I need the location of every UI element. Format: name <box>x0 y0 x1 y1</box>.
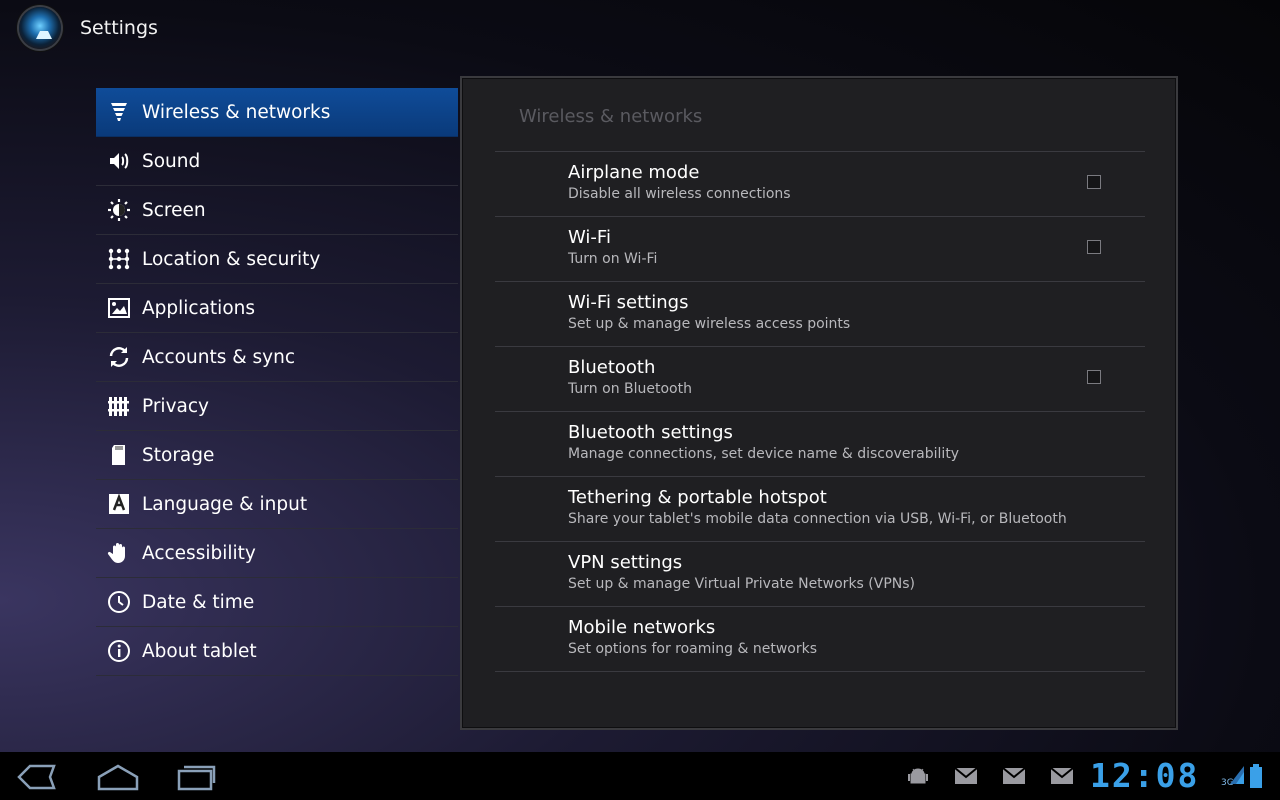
sidebar-item-applications[interactable]: Applications <box>96 284 458 333</box>
wireless-icon <box>96 88 142 136</box>
settings-app-icon[interactable] <box>19 7 61 49</box>
sidebar-item-sound[interactable]: Sound <box>96 137 458 186</box>
settings-category-list: Wireless & networks Sound Screen Locatio… <box>96 88 458 676</box>
sidebar-item-about-tablet[interactable]: About tablet <box>96 627 458 676</box>
sidebar-item-label: Screen <box>142 199 206 221</box>
clock-icon <box>96 578 142 626</box>
pref-summary: Set up & manage wireless access points <box>568 316 851 332</box>
battery-icon[interactable] <box>1250 764 1262 792</box>
pref-summary: Set options for roaming & networks <box>568 641 817 657</box>
hand-icon <box>96 529 142 577</box>
pref-title: Bluetooth settings <box>568 422 733 443</box>
home-icon[interactable] <box>96 762 140 792</box>
pref-summary: Share your tablet's mobile data connecti… <box>568 511 1067 527</box>
gmail-icon[interactable] <box>1002 766 1026 790</box>
preference-list: Airplane mode Disable all wireless conne… <box>495 151 1145 672</box>
clock[interactable]: 12:08 <box>1090 756 1199 795</box>
android-debug-icon[interactable] <box>907 766 929 792</box>
sidebar-item-label: Language & input <box>142 493 308 515</box>
title-bar: Settings <box>0 0 1280 58</box>
sidebar-item-date-time[interactable]: Date & time <box>96 578 458 627</box>
sidebar-item-label: About tablet <box>142 640 257 662</box>
pref-title: Wi-Fi settings <box>568 292 689 313</box>
pref-title: Wi-Fi <box>568 227 611 248</box>
pref-summary: Set up & manage Virtual Private Networks… <box>568 576 915 592</box>
sd-card-icon <box>96 431 142 479</box>
pref-vpn-settings[interactable]: VPN settings Set up & manage Virtual Pri… <box>495 542 1145 607</box>
sidebar-item-label: Applications <box>142 297 256 319</box>
airplane-mode-checkbox[interactable] <box>1087 175 1101 189</box>
language-icon <box>96 480 142 528</box>
pref-tethering-hotspot[interactable]: Tethering & portable hotspot Share your … <box>495 477 1145 542</box>
sidebar-item-accounts-sync[interactable]: Accounts & sync <box>96 333 458 382</box>
wifi-checkbox[interactable] <box>1087 240 1101 254</box>
fence-icon <box>96 382 142 430</box>
pref-title: Mobile networks <box>568 617 716 638</box>
sidebar-item-label: Privacy <box>142 395 209 417</box>
sidebar-item-label: Wireless & networks <box>142 101 331 123</box>
signal-icon[interactable] <box>1228 764 1246 790</box>
gmail-icon[interactable] <box>954 766 978 790</box>
lock-pattern-icon <box>96 235 142 283</box>
pref-summary: Turn on Wi-Fi <box>568 251 658 267</box>
sidebar-item-wireless-networks[interactable]: Wireless & networks <box>96 88 458 137</box>
back-icon[interactable] <box>16 762 58 792</box>
gmail-icon[interactable] <box>1050 766 1074 790</box>
sidebar-item-label: Sound <box>142 150 201 172</box>
system-bar: 12:08 3G <box>0 752 1280 800</box>
pref-bluetooth[interactable]: Bluetooth Turn on Bluetooth <box>495 347 1145 412</box>
bluetooth-checkbox[interactable] <box>1087 370 1101 384</box>
brightness-icon <box>96 186 142 234</box>
pref-bluetooth-settings[interactable]: Bluetooth settings Manage connections, s… <box>495 412 1145 477</box>
pref-mobile-networks[interactable]: Mobile networks Set options for roaming … <box>495 607 1145 672</box>
pref-summary: Manage connections, set device name & di… <box>568 446 960 462</box>
pref-summary: Disable all wireless connections <box>568 186 791 202</box>
settings-detail-panel: Wireless & networks Airplane mode Disabl… <box>460 76 1178 730</box>
sync-icon <box>96 333 142 381</box>
speaker-icon <box>96 137 142 185</box>
recent-apps-icon[interactable] <box>176 762 218 792</box>
sidebar-item-accessibility[interactable]: Accessibility <box>96 529 458 578</box>
applications-icon <box>96 284 142 332</box>
pref-wifi-settings[interactable]: Wi-Fi settings Set up & manage wireless … <box>495 282 1145 347</box>
app-title: Settings <box>80 17 158 39</box>
pref-summary: Turn on Bluetooth <box>568 381 692 397</box>
sidebar-item-label: Date & time <box>142 591 255 613</box>
info-icon <box>96 627 142 675</box>
sidebar-item-privacy[interactable]: Privacy <box>96 382 458 431</box>
panel-title: Wireless & networks <box>519 106 703 127</box>
pref-airplane-mode[interactable]: Airplane mode Disable all wireless conne… <box>495 152 1145 217</box>
pref-wifi[interactable]: Wi-Fi Turn on Wi-Fi <box>495 217 1145 282</box>
sidebar-item-label: Accounts & sync <box>142 346 296 368</box>
pref-title: Tethering & portable hotspot <box>568 487 827 508</box>
pref-title: VPN settings <box>568 552 683 573</box>
sidebar-item-label: Storage <box>142 444 215 466</box>
sidebar-item-label: Accessibility <box>142 542 256 564</box>
pref-title: Bluetooth <box>568 357 656 378</box>
sidebar-item-location-security[interactable]: Location & security <box>96 235 458 284</box>
sidebar-item-storage[interactable]: Storage <box>96 431 458 480</box>
sidebar-item-language-input[interactable]: Language & input <box>96 480 458 529</box>
pref-title: Airplane mode <box>568 162 700 183</box>
sidebar-item-label: Location & security <box>142 248 321 270</box>
sidebar-item-screen[interactable]: Screen <box>96 186 458 235</box>
